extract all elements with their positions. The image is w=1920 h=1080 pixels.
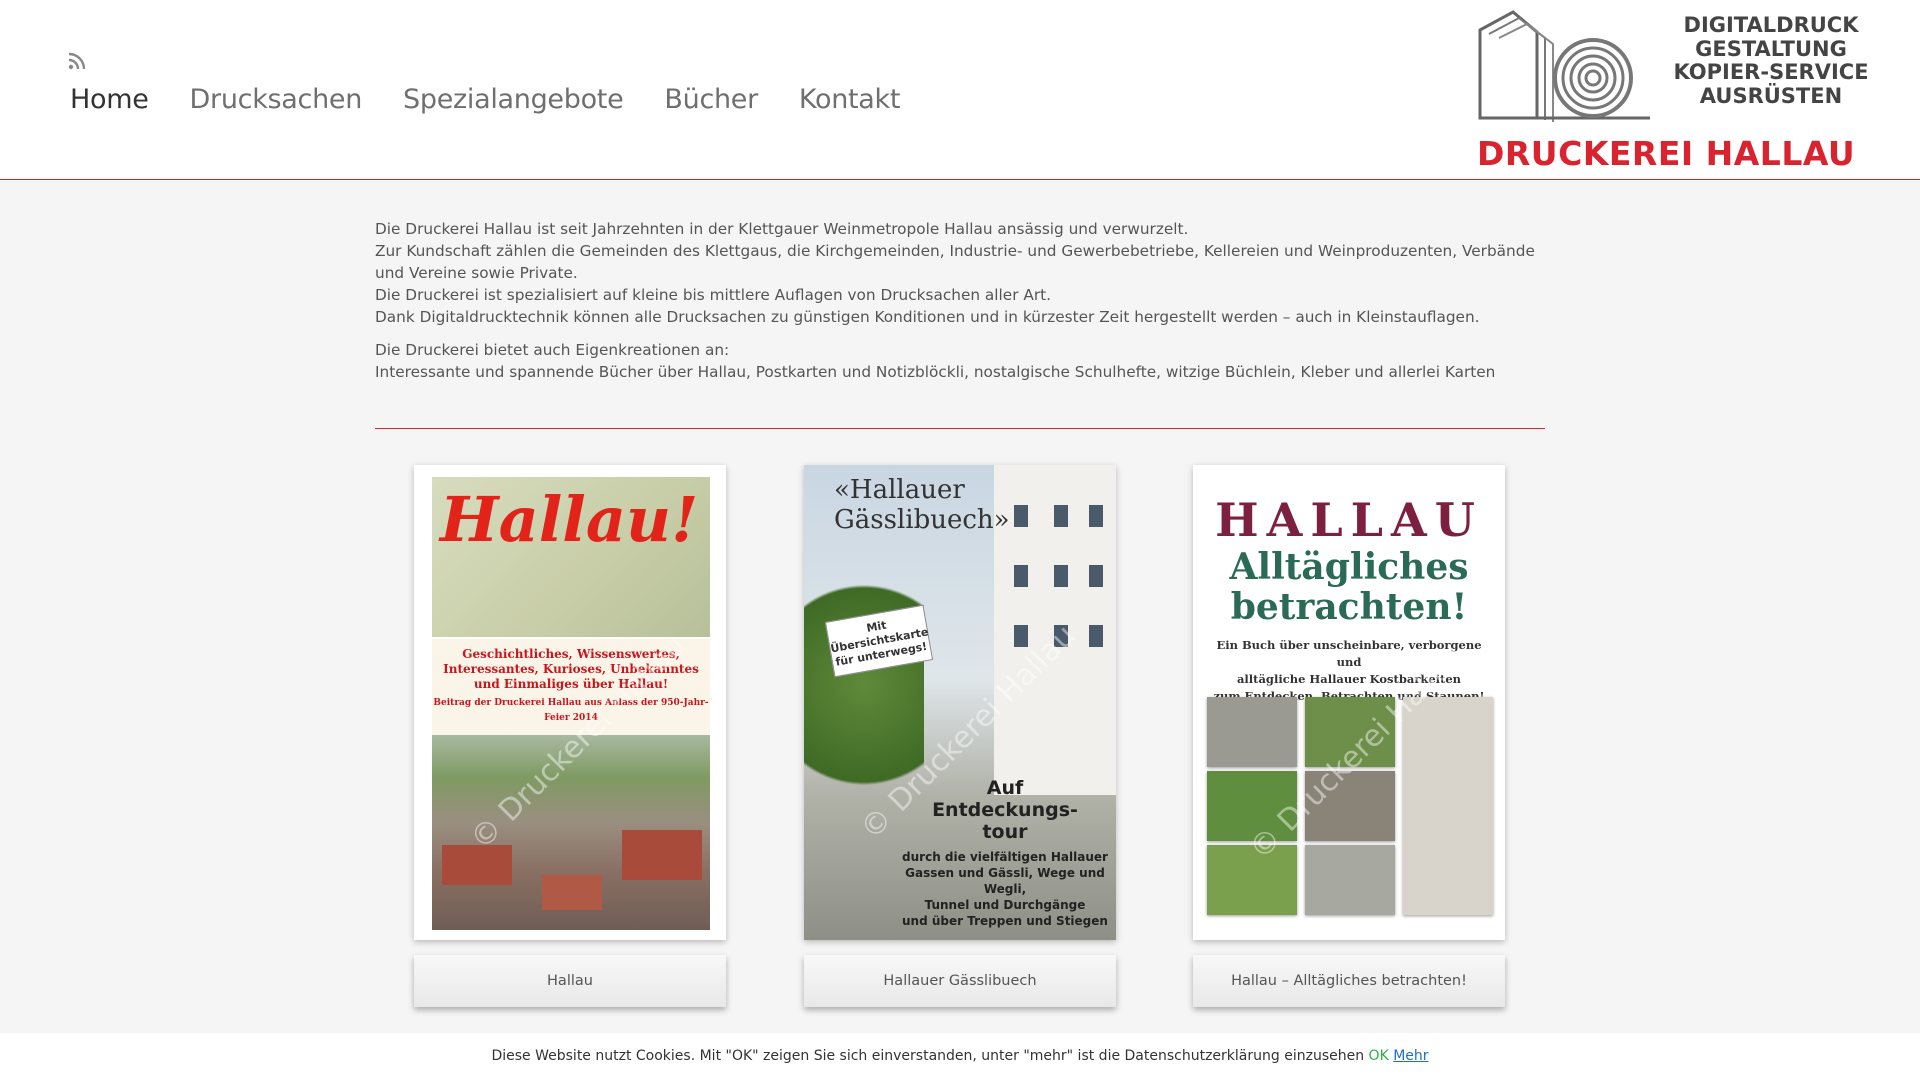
cover-line: und Einmaliges über Hallau! [473, 677, 669, 691]
rss-icon[interactable] [68, 52, 86, 70]
cover-line: und über Treppen und Stiegen [902, 914, 1108, 928]
intro-line: Interessante und spannende Bücher über H… [375, 363, 1496, 381]
cover-line: Alltägliches [1229, 546, 1469, 588]
cover-line: Geschichtliches, Wissenswertes, [462, 647, 680, 661]
cover-tile [1305, 845, 1395, 915]
cookie-banner: Diese Website nutzt Cookies. Mit "OK" ze… [0, 1033, 1920, 1080]
cookie-text: Diese Website nutzt Cookies. Mit "OK" ze… [491, 1048, 1365, 1064]
book-card-hallau[interactable]: Hallau! Geschichtliches, Wissenswertes, … [414, 465, 726, 1007]
company-logo[interactable]: DIGITALDRUCK GESTALTUNG KOPIER-SERVICE A… [1475, 10, 1891, 173]
logo-graphic [1478, 10, 1650, 122]
logo-line: AUSRÜSTEN [1699, 83, 1843, 108]
cookie-more-link[interactable]: Mehr [1393, 1048, 1428, 1064]
cover-line: Gässlibuech» [834, 505, 1010, 535]
cover-map: Hallau! [432, 477, 710, 637]
intro-line: Die Druckerei ist spezialisiert auf klei… [375, 286, 1051, 304]
cookie-ok-button[interactable]: OK [1369, 1048, 1389, 1064]
cover-line: Tunnel und Durchgänge [924, 898, 1086, 912]
cover-line: Beitrag der Druckerei Hallau aus Anlass … [433, 698, 709, 723]
logo-line: DIGITALDRUCK [1683, 13, 1859, 37]
cover-title: Hallau! [440, 483, 699, 556]
intro-line: Die Druckerei Hallau ist seit Jahrzehnte… [375, 220, 1189, 238]
cover-tile [1207, 771, 1297, 841]
book-cover-image[interactable]: HALLAU Alltägliches betrachten! Ein Buch… [1193, 465, 1505, 940]
book-cover-image[interactable]: «Hallauer Gässlibuech» Mit Übersichtskar… [804, 465, 1116, 940]
cover-text: Ein Buch über unscheinbare, verborgene u… [1203, 637, 1495, 705]
main-nav: Home Drucksachen Spezialangebote Bücher … [70, 84, 900, 115]
intro-line: Zur Kundschaft zählen die Gemeinden des … [375, 242, 1535, 282]
site-header: Home Drucksachen Spezialangebote Bücher … [0, 0, 1920, 180]
nav-kontakt[interactable]: Kontakt [799, 84, 901, 115]
cover-photo [432, 735, 710, 930]
cover-title: «Hallauer Gässlibuech» [804, 475, 1116, 535]
cover-tile [1207, 845, 1297, 915]
book-caption[interactable]: Hallau – Alltägliches betrachten! [1193, 955, 1505, 1007]
nav-drucksachen[interactable]: Drucksachen [190, 84, 363, 115]
book-caption[interactable]: Hallau [414, 955, 726, 1007]
cover-line: Ein Buch über unscheinbare, verborgene u… [1216, 638, 1482, 669]
intro-paragraph-1: Die Druckerei Hallau ist seit Jahrzehnte… [375, 218, 1545, 328]
cover-line: «Hallauer [834, 475, 965, 505]
intro-line: Dank Digitaldrucktechnik können alle Dru… [375, 308, 1480, 326]
cover-tile [1403, 697, 1493, 915]
cover-line: Entdeckungs- [932, 799, 1078, 821]
logo-services: DIGITALDRUCK GESTALTUNG KOPIER-SERVICE A… [1651, 13, 1891, 108]
book-card-alltaegliches[interactable]: HALLAU Alltägliches betrachten! Ein Buch… [1193, 465, 1505, 1007]
logo-line: GESTALTUNG [1695, 36, 1847, 61]
cover-line: tour [982, 821, 1028, 843]
logo-brand: DRUCKEREI HALLAU [1477, 134, 1856, 173]
intro-text: Die Druckerei Hallau ist seit Jahrzehnte… [375, 218, 1545, 394]
cover-line: betrachten! [1230, 586, 1468, 628]
book-cover-image[interactable]: Hallau! Geschichtliches, Wissenswertes, … [414, 465, 726, 940]
cover-subtitle: Alltägliches betrachten! [1193, 547, 1505, 627]
cover-line: Auf [986, 777, 1024, 799]
intro-paragraph-2: Die Druckerei bietet auch Eigenkreatione… [375, 339, 1545, 383]
cover-line: alltägliche Hallauer Kostbarkeiten [1236, 672, 1462, 686]
logo-line: KOPIER-SERVICE [1673, 60, 1869, 84]
cover-line: durch die vielfältigen Hallauer [902, 850, 1108, 864]
nav-buecher[interactable]: Bücher [664, 84, 758, 115]
intro-line: Die Druckerei bietet auch Eigenkreatione… [375, 341, 730, 359]
section-divider [375, 428, 1545, 429]
cover-line: Interessantes, Kurioses, Unbekanntes [443, 662, 699, 676]
cover-tile [1207, 697, 1297, 767]
nav-home[interactable]: Home [70, 84, 149, 115]
cover-tile [1305, 771, 1395, 841]
book-caption[interactable]: Hallauer Gässlibuech [804, 955, 1116, 1007]
cover-tile [1305, 697, 1395, 767]
nav-spezialangebote[interactable]: Spezialangebote [403, 84, 624, 115]
book-card-gaesslibuech[interactable]: «Hallauer Gässlibuech» Mit Übersichtskar… [804, 465, 1116, 1007]
cover-text: Geschichtliches, Wissenswertes, Interess… [432, 639, 710, 735]
cover-title: HALLAU [1215, 493, 1483, 547]
cover-text: Auf Entdeckungs- tour durch die vielfält… [894, 777, 1116, 929]
cover-small-text: durch die vielfältigen Hallauer Gassen u… [894, 849, 1116, 929]
cover-line: Gassen und Gässli, Wege und Wegli, [905, 866, 1105, 896]
